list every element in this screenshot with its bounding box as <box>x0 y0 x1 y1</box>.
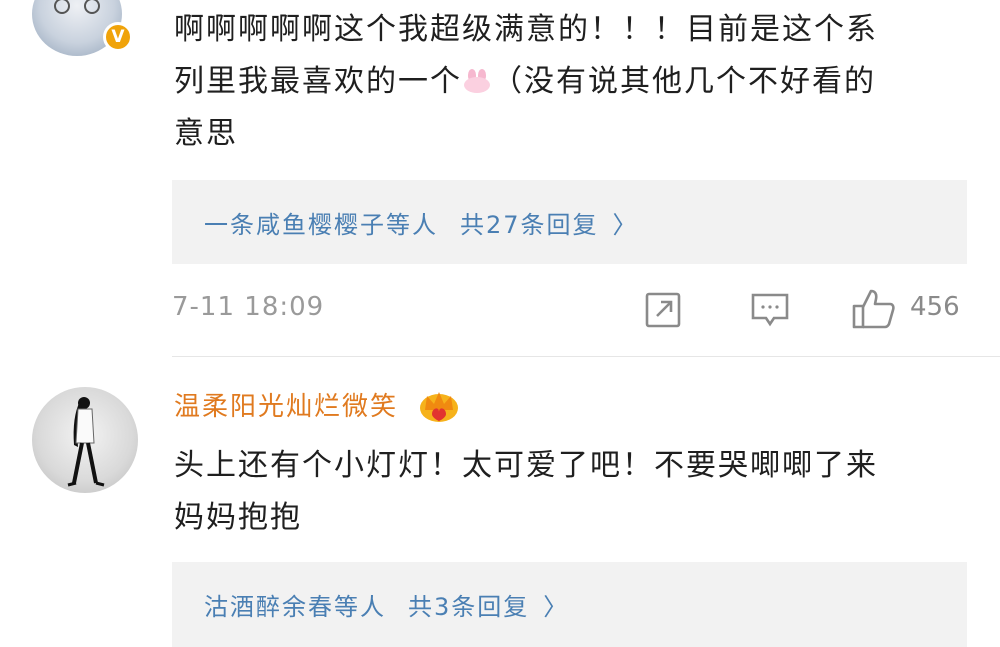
reply-count: 共3条回复 <box>408 593 530 621</box>
replies-summary[interactable]: 一条咸鱼樱樱子等人 共27条回复 〉 <box>172 180 967 264</box>
comment-text: 啊啊啊啊啊这个我超级满意的！！！目前是这个系 <box>174 12 878 47</box>
share-icon[interactable] <box>645 292 681 328</box>
reply-names: 一条咸鱼樱樱子等人 <box>204 210 438 239</box>
comment-text-part: （没有说其他几个不好看的 <box>492 64 876 99</box>
comment-text-part: 列里我最喜欢的一个 <box>174 64 462 99</box>
like-count: 456 <box>910 292 960 322</box>
comment-text: 意思 <box>174 116 238 151</box>
reply-count: 共27条回复 <box>460 210 599 239</box>
comment-text: 头上还有个小灯灯！太可爱了吧！不要哭唧唧了来 <box>174 448 878 483</box>
bunny-emoji-icon <box>462 69 492 93</box>
username[interactable]: 温柔阳光灿烂微笑 <box>174 386 398 423</box>
divider <box>172 356 1000 357</box>
avatar-figure <box>67 397 105 487</box>
reply-names: 沽酒醉余春等人 <box>204 593 386 621</box>
replies-summary[interactable]: 沽酒醉余春等人 共3条回复 〉 <box>172 562 967 647</box>
avatar-detail <box>54 0 70 14</box>
verified-badge-icon: V <box>103 22 133 52</box>
chevron-right-icon: 〉 <box>543 593 570 621</box>
avatar-detail <box>84 0 100 14</box>
like-icon[interactable] <box>852 288 896 330</box>
comment-icon[interactable] <box>750 292 790 328</box>
crown-icon <box>420 392 458 422</box>
comment-text: 列里我最喜欢的一个 （没有说其他几个不好看的 <box>174 56 974 108</box>
comment-timestamp: 7-11 18:09 <box>172 292 325 322</box>
comment-text: 妈妈抱抱 <box>174 500 302 535</box>
chevron-right-icon: 〉 <box>612 210 639 239</box>
avatar[interactable] <box>32 387 138 493</box>
